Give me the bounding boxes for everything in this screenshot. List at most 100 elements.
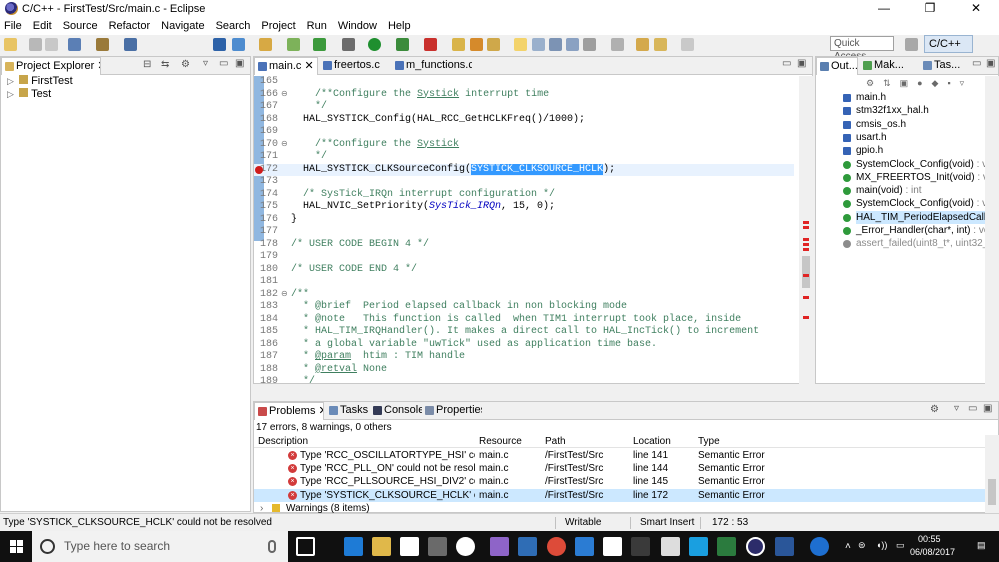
clock-time[interactable]: 00:55 [918, 534, 941, 544]
chrome-icon[interactable] [547, 537, 566, 556]
scrollbar-thumb[interactable] [802, 256, 810, 288]
menu-refactor[interactable]: Refactor [109, 20, 151, 32]
start-button[interactable] [0, 531, 32, 562]
help-icon[interactable] [810, 537, 829, 556]
error-overview-marker[interactable] [803, 221, 809, 224]
show-hidden-icons[interactable]: ˄ [845, 541, 851, 552]
network-icon[interactable]: ⊜ [858, 540, 866, 551]
toggle-mark-icon[interactable] [532, 38, 545, 51]
minimize-view-icon[interactable]: ▭ [968, 403, 977, 414]
code-line[interactable]: 175 HAL_NVIC_SetPriority(SysTick_IRQn, 1… [254, 201, 794, 214]
notifications-icon[interactable]: ▤ [977, 540, 986, 551]
code-line[interactable]: 165 [254, 76, 794, 89]
perspective-cpp-button[interactable]: C/C++ [924, 35, 973, 53]
quick-access-input[interactable]: Quick Access [830, 36, 894, 62]
minimize-view-icon[interactable]: ▭ [782, 58, 791, 69]
outline-item[interactable]: assert_failed(uint8_t*, uint32_t) : void [856, 237, 999, 250]
arduino-icon[interactable] [575, 537, 594, 556]
code-line[interactable]: 169 [254, 126, 794, 139]
hp-icon[interactable] [456, 537, 475, 556]
code-line[interactable]: 178 /* USER CODE BEGIN 4 */ [254, 239, 794, 252]
bug-icon[interactable] [342, 38, 355, 51]
visual-studio-icon[interactable] [490, 537, 509, 556]
maximize-view-icon[interactable]: ▣ [797, 58, 806, 69]
maximize-view-icon[interactable]: ▣ [983, 403, 992, 414]
word-icon[interactable] [775, 537, 794, 556]
table-row[interactable]: ×Type 'RCC_PLLSOURCE_HSI_DIV2' could not… [254, 475, 999, 488]
run-icon[interactable] [368, 38, 381, 51]
outline-item[interactable]: main(void) : int [856, 184, 922, 197]
tab-main-c[interactable]: main.c ✕ [254, 57, 318, 75]
outline-item[interactable]: gpio.h [856, 144, 883, 157]
open-perspective-icon[interactable] [905, 38, 918, 51]
scrollbar-thumb[interactable] [988, 479, 996, 505]
code-line[interactable]: 179 [254, 251, 794, 264]
outline-item[interactable]: cmsis_os.h [856, 118, 906, 131]
forward-arrow-icon[interactable] [681, 38, 694, 51]
calculator-icon[interactable] [661, 537, 680, 556]
error-overview-marker[interactable] [803, 226, 809, 229]
debug-config-icon[interactable] [124, 38, 137, 51]
tab-tasks-bottom[interactable]: Tasks [326, 402, 370, 420]
menu-source[interactable]: Source [63, 20, 98, 32]
error-overview-marker[interactable] [803, 316, 809, 319]
maximize-view-icon[interactable]: ▣ [986, 58, 995, 69]
save-all-icon[interactable] [45, 38, 58, 51]
outline-item[interactable]: MX_FREERTOS_Init(void) : void [856, 171, 999, 184]
error-marker-icon[interactable] [255, 165, 263, 174]
new-icon[interactable] [4, 38, 17, 51]
tab-make-targets[interactable]: Mak... [860, 57, 918, 75]
code-line[interactable]: 177 [254, 226, 794, 239]
back-arrow-icon[interactable] [654, 38, 667, 51]
skype-icon[interactable] [689, 537, 708, 556]
tab-project-explorer[interactable]: Project Explorer ✕ [1, 57, 101, 75]
microphone-icon[interactable] [268, 540, 276, 553]
clock-date[interactable]: 06/08/2017 [910, 547, 955, 557]
keyboard-icon[interactable]: ▭ [896, 540, 905, 551]
stop-icon[interactable] [424, 38, 437, 51]
build-icon[interactable] [96, 38, 109, 51]
editor-scrollbar[interactable] [799, 76, 813, 384]
code-line[interactable]: 182 ⊖/** [254, 289, 794, 302]
close-button[interactable]: ✕ [953, 0, 999, 17]
tab-problems[interactable]: Problems ✕ [254, 402, 324, 420]
menu-help[interactable]: Help [388, 20, 411, 32]
code-line[interactable]: 166 ⊖ /**Configure the Systick interrupt … [254, 89, 794, 102]
col-type[interactable]: Type [698, 435, 720, 448]
save-icon[interactable] [29, 38, 42, 51]
code-line[interactable]: 174 /* SysTick_IRQn interrupt configurat… [254, 189, 794, 202]
tree-item-test[interactable]: ▷ Test [7, 88, 51, 101]
code-line[interactable]: 189 */ [254, 376, 794, 384]
minimize-button[interactable]: — [861, 0, 907, 17]
search-icon[interactable] [487, 38, 500, 51]
eclipse-taskbar-icon[interactable] [746, 537, 765, 556]
menu-window[interactable]: Window [338, 20, 377, 32]
menu-file[interactable]: File [4, 20, 22, 32]
outline-item[interactable]: _Error_Handler(char*, int) : void [856, 224, 997, 237]
excel-icon[interactable] [717, 537, 736, 556]
tab-properties[interactable]: Properties [422, 402, 482, 420]
collapse-all-icon[interactable]: ⊟ [143, 59, 151, 70]
code-line[interactable]: 187 * @param htim : TIM handle [254, 351, 794, 364]
mail-icon[interactable] [428, 537, 447, 556]
error-overview-marker[interactable] [803, 238, 809, 241]
outline-item[interactable]: SystemClock_Config(void) : void [856, 158, 999, 171]
maximize-view-icon[interactable]: ▣ [235, 58, 244, 69]
col-path[interactable]: Path [545, 435, 566, 448]
code-line[interactable]: 185 * HAL_TIM_IRQHandler(). It makes a d… [254, 326, 794, 339]
fold-toggle-icon[interactable]: ⊖ [281, 139, 288, 152]
tab-tasks[interactable]: Tas... [920, 57, 970, 75]
table-row[interactable]: ×Type 'RCC_OSCILLATORTYPE_HSI' could not… [254, 449, 999, 462]
outline-scrollbar[interactable] [985, 76, 999, 384]
open-task-icon[interactable] [470, 38, 483, 51]
open-type-icon[interactable] [452, 38, 465, 51]
code-line[interactable]: 180 /* USER CODE END 4 */ [254, 264, 794, 277]
open-folder-icon[interactable] [259, 38, 272, 51]
error-overview-marker[interactable] [803, 296, 809, 299]
col-resource[interactable]: Resource [479, 435, 522, 448]
tab-outline[interactable]: Out... [816, 57, 858, 75]
run-external-icon[interactable] [396, 38, 409, 51]
code-line[interactable]: 168 HAL_SYSTICK_Config(HAL_RCC_GetHCLKFr… [254, 114, 794, 127]
error-overview-marker[interactable] [803, 243, 809, 246]
tab-freertos-c[interactable]: freertos.c [320, 57, 390, 75]
